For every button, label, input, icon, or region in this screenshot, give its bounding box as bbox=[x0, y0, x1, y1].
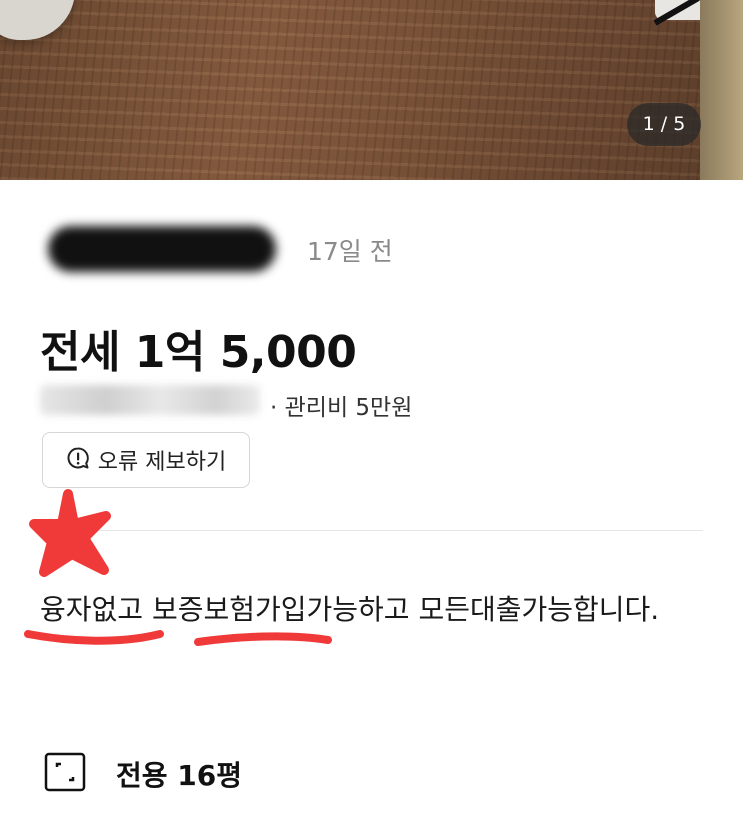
posted-time: 17일 전 bbox=[307, 237, 393, 266]
alert-bubble-icon bbox=[66, 446, 90, 474]
report-error-label: 오류 제보하기 bbox=[97, 450, 227, 475]
listing-photo[interactable]: 1 / 5 bbox=[0, 0, 743, 180]
photo-counter: 1 / 5 bbox=[627, 103, 701, 146]
seller-name-redacted bbox=[48, 226, 276, 272]
listing-price: 전세 1억 5,000 bbox=[40, 327, 357, 378]
area-info: 전용 16평 bbox=[44, 752, 242, 796]
photo-cushion bbox=[0, 0, 75, 40]
photo-wall-edge bbox=[700, 0, 743, 180]
exclusive-area: 전용 16평 bbox=[116, 759, 242, 792]
listing-description: 융자없고 보증보험가입가능하고 모든대출가능합니다. bbox=[40, 593, 660, 626]
annotation-underline-2 bbox=[194, 632, 332, 646]
annotation-star bbox=[29, 489, 111, 577]
section-divider bbox=[40, 530, 703, 531]
report-error-button[interactable]: 오류 제보하기 bbox=[42, 432, 250, 488]
floor-area-icon bbox=[44, 752, 86, 796]
address-redacted bbox=[40, 385, 260, 415]
annotation-underline-1 bbox=[24, 630, 164, 645]
maintenance-fee: · 관리비 5만원 bbox=[270, 395, 413, 421]
